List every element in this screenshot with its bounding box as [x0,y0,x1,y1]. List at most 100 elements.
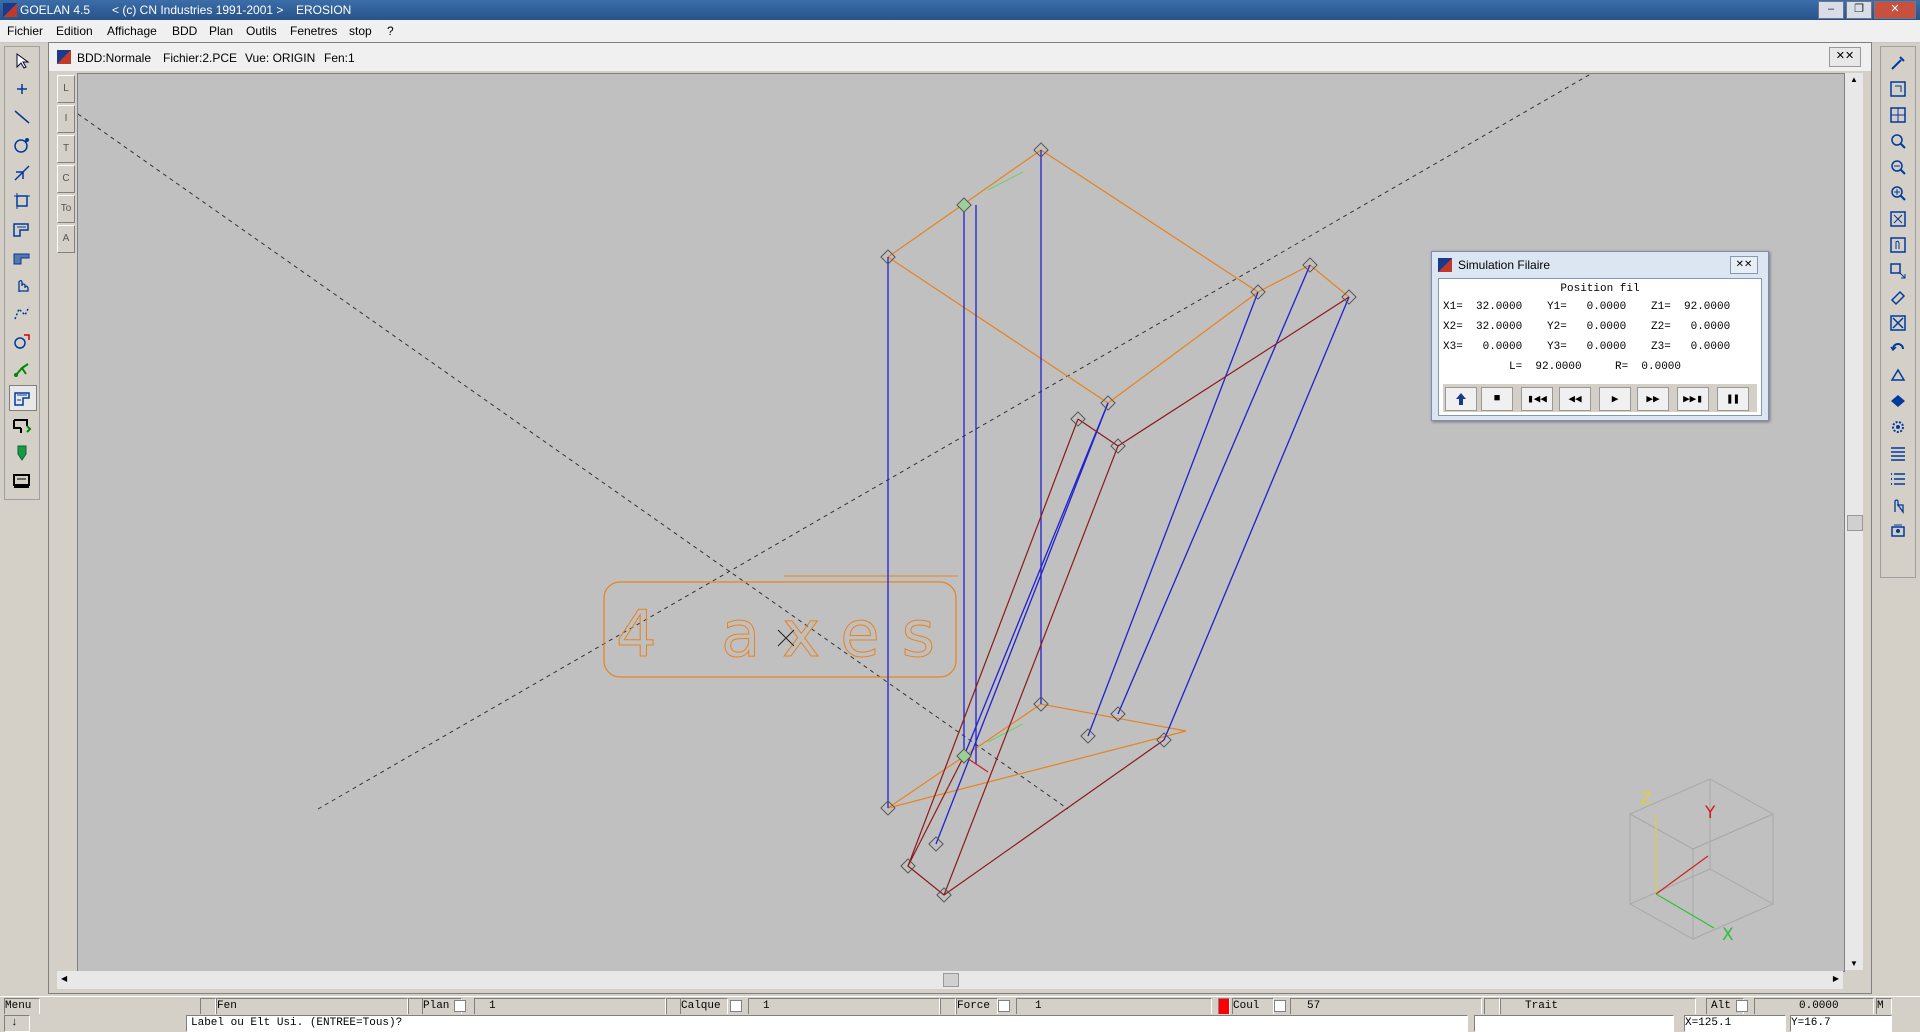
pipette-icon[interactable] [1885,51,1911,75]
machine-settings-icon[interactable] [1885,519,1911,543]
menu-outils[interactable]: Outils [246,24,277,38]
tab-c[interactable]: C [57,165,75,193]
menu-bdd[interactable]: BDD [172,24,197,38]
dimension-icon[interactable] [9,161,35,185]
upload-arrow-icon[interactable] [1445,387,1477,411]
status-force[interactable]: Force [956,998,998,1015]
status-alt-value: 0.0000 [1799,1000,1839,1012]
tab-to[interactable]: To [57,195,75,223]
status-coul[interactable]: Coul [1232,998,1274,1015]
menu-plan[interactable]: Plan [209,24,233,38]
menu-stop[interactable]: stop [349,24,372,38]
scroll-thumb[interactable] [943,973,959,987]
minimize-icon[interactable]: – [1818,1,1844,19]
branch-icon[interactable] [9,357,35,381]
hatch-icon[interactable] [1885,441,1911,465]
zoom-icon[interactable] [1885,129,1911,153]
layer-icon[interactable] [1885,389,1911,413]
close-icon[interactable]: ✕ [1874,1,1916,19]
construction-axis [317,74,1592,810]
machine-icon[interactable] [9,217,35,241]
tab-a[interactable]: A [57,225,75,253]
point-icon[interactable] [9,77,35,101]
sim-z2: Z2= 0.0000 [1651,321,1731,333]
menu-edition[interactable]: Edition [56,24,93,38]
delete-icon[interactable] [1885,311,1911,335]
sim-z1: Z1= 92.0000 [1651,301,1731,313]
select-arrow-icon[interactable] [9,49,35,73]
view-3d-icon[interactable] [1885,259,1911,283]
zoom-in-icon[interactable] [1885,181,1911,205]
command-prompt[interactable]: Label ou Elt Usi. (ENTREE=Tous)? [186,1015,1468,1032]
scroll-right-icon[interactable]: ▶ [1833,974,1839,983]
scroll-down-icon[interactable]: ▼ [1850,959,1858,968]
rewind-icon[interactable]: ◀◀ [1559,387,1591,411]
horizontal-scrollbar[interactable]: ◀ ▶ [57,971,1843,989]
list-icon[interactable] [1885,467,1911,491]
view-grid-icon[interactable] [1885,103,1911,127]
chevron-down-icon: ↓ [11,1017,18,1029]
scroll-left-icon[interactable]: ◀ [61,974,67,983]
status-color-swatch[interactable] [1218,998,1230,1015]
polyline-icon[interactable] [9,301,35,325]
restore-icon[interactable]: ❐ [1846,1,1872,19]
tab-l[interactable]: L [57,75,75,103]
tool-green-icon[interactable] [9,441,35,465]
trim-icon[interactable] [9,189,35,213]
status-calque-check[interactable] [730,1000,742,1012]
erosion-icon[interactable] [9,385,37,411]
settings-gear-icon[interactable] [1885,415,1911,439]
window-controls: – ❐ ✕ [1818,1,1916,19]
doc-fen: Fen:1 [324,51,355,65]
menu-fenetres[interactable]: Fenetres [290,24,337,38]
view-front-icon[interactable] [1885,77,1911,101]
scroll-up-icon[interactable]: ▲ [1850,75,1858,84]
contour-icon[interactable] [9,413,35,437]
command-dropdown[interactable]: ↓ [4,1015,30,1032]
tab-t[interactable]: T [57,135,75,163]
menu-fichier[interactable]: Fichier [7,24,43,38]
status-force-value: 1 [1035,1000,1042,1012]
hand-cursor-icon[interactable] [9,273,35,297]
skip-last-icon[interactable]: ▶▶▮ [1677,387,1709,411]
sim-close-icon[interactable]: ✕✕ [1730,256,1758,274]
hand-select-icon[interactable] [1885,493,1911,517]
drawing-canvas[interactable]: 4 axes Z Y X [77,73,1845,972]
zoom-extents-icon[interactable] [1885,207,1911,231]
status-force-check[interactable] [998,1000,1010,1012]
menu-affichage[interactable]: Affichage [107,24,157,38]
rotate-icon[interactable] [1885,337,1911,361]
skip-first-icon[interactable]: ▮◀◀ [1521,387,1553,411]
doc-bdd: BDD:Normale [77,51,152,65]
circle-icon[interactable] [9,133,35,157]
status-alt-check[interactable] [1736,1000,1748,1012]
pan-icon[interactable] [1885,233,1911,257]
status-fen[interactable]: Fen [216,998,408,1015]
tab-i[interactable]: I [57,105,75,133]
pause-icon[interactable]: ❚❚ [1717,387,1749,411]
output-icon[interactable] [9,469,35,493]
status-menu[interactable]: Menu [4,998,40,1015]
node-edit-icon[interactable] [9,329,35,353]
eraser-icon[interactable] [1885,285,1911,309]
wire-path-icon[interactable] [9,245,35,269]
doc-close-icon[interactable]: ✕✕ [1829,47,1861,67]
status-coul-check[interactable] [1274,1000,1286,1012]
zoom-out-icon[interactable] [1885,155,1911,179]
status-trait[interactable]: Trait [1500,998,1696,1015]
transform-icon[interactable] [1885,363,1911,387]
fast-forward-icon[interactable]: ▶▶ [1637,387,1669,411]
status-plan-check[interactable] [454,1000,466,1012]
line-icon[interactable] [9,105,35,129]
app-copyright: < (c) CN Industries 1991-2001 > [112,3,284,17]
stop-icon[interactable]: ■ [1481,387,1513,411]
command-input[interactable] [1474,1015,1674,1032]
scroll-thumb[interactable] [1847,515,1863,531]
menu-help[interactable]: ? [387,24,394,38]
status-m[interactable]: M [1876,998,1892,1015]
coord-y: Y=16.7 [1790,1015,1892,1032]
play-icon[interactable]: ▶ [1599,387,1631,411]
status-calque[interactable]: Calque [680,998,728,1015]
vertical-scrollbar[interactable]: ▲ ▼ [1845,73,1863,970]
sim-row: X1= 32.0000 Y1= 0.0000 Z1= 92.0000 [1439,301,1761,317]
